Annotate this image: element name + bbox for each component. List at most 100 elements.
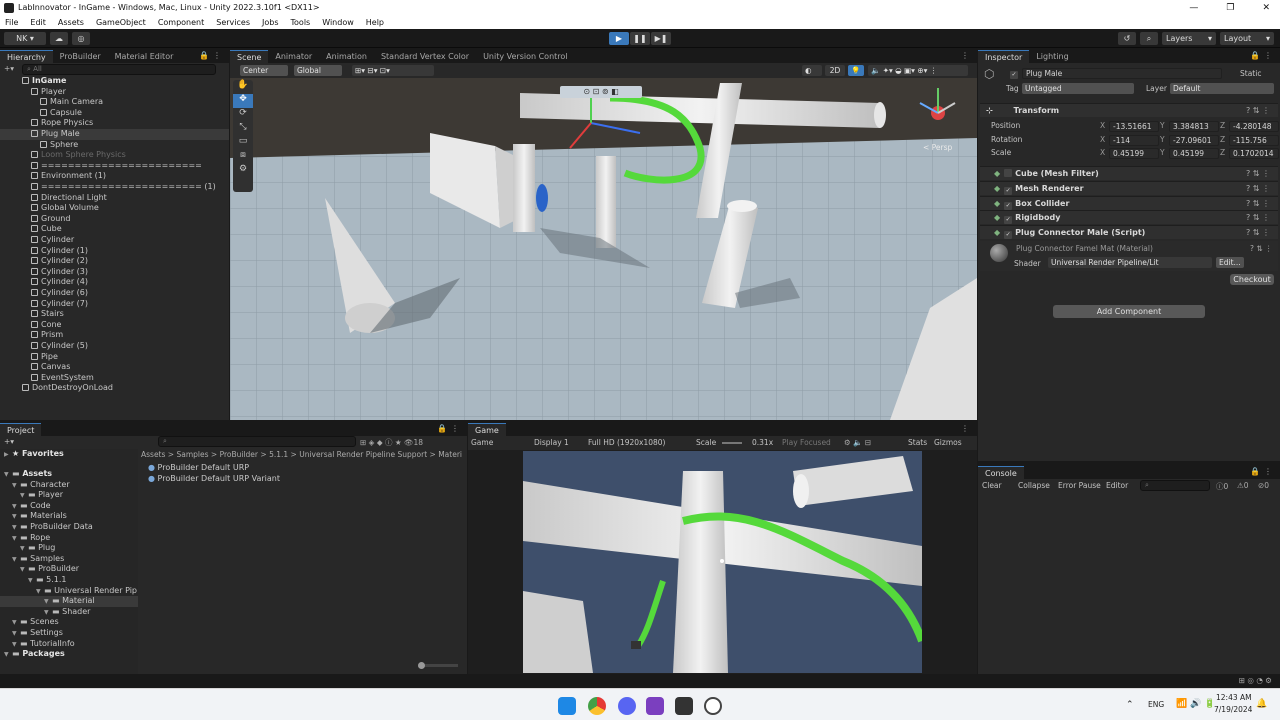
tab-game[interactable]: Game — [468, 423, 506, 436]
hierarchy-item[interactable]: Cone — [0, 320, 229, 331]
tab-material-editor[interactable]: Material Editor — [108, 50, 181, 63]
pause-button[interactable]: ❚❚ — [630, 32, 650, 45]
move-tool-icon[interactable]: ✥ — [233, 94, 253, 108]
lighting-toggle-icon[interactable]: 💡 — [848, 65, 864, 76]
unity-taskbar-icon[interactable] — [675, 697, 693, 715]
component-menu-icon[interactable]: ? ⇅ ⋮ — [1246, 182, 1270, 196]
tab-unity-version-control[interactable]: Unity Version Control — [476, 50, 574, 63]
clock-time[interactable]: 12:43 AM — [1216, 693, 1252, 702]
breadcrumb-item[interactable]: 5.1.1 — [269, 450, 288, 459]
space-dropdown[interactable]: Global — [294, 65, 342, 76]
menu-gameobject[interactable]: GameObject — [96, 18, 146, 27]
log-count[interactable]: ⓘ0 — [1216, 481, 1228, 492]
add-icon[interactable]: +▾ — [4, 64, 14, 73]
project-folder-item[interactable]: ▼ ▬ Materials — [0, 511, 138, 522]
breadcrumb-item[interactable]: Assets — [141, 450, 165, 459]
stats-button[interactable]: Stats — [908, 438, 927, 447]
component-header[interactable]: ◆ ✓ Rigidbody ? ⇅ ⋮ — [980, 210, 1278, 225]
history-icon[interactable]: ↺ — [1118, 32, 1136, 45]
game-viewport[interactable] — [523, 451, 922, 673]
breadcrumb-item[interactable]: Materi — [438, 450, 462, 459]
menu-services[interactable]: Services — [216, 18, 250, 27]
component-header[interactable]: ◆ ✓ Mesh Renderer ? ⇅ ⋮ — [980, 180, 1278, 196]
hierarchy-item[interactable]: Cylinder (5) — [0, 341, 229, 352]
chevron-up-icon[interactable]: ⌃ — [1126, 700, 1134, 710]
project-folder-item[interactable]: ▼ ▬ Character — [0, 480, 138, 491]
component-tools-overlay[interactable]: ⊙ ⊡ ⊚ ◧ — [560, 86, 642, 98]
transform-x-field[interactable]: -114 — [1109, 134, 1159, 146]
project-search-input[interactable]: ⌕ — [158, 436, 356, 447]
hierarchy-item[interactable]: Environment (1) — [0, 171, 229, 182]
active-checkbox[interactable]: ✓ — [1010, 68, 1021, 79]
hierarchy-item[interactable]: Stairs — [0, 309, 229, 320]
tab-lighting[interactable]: Lighting — [1029, 50, 1075, 63]
project-folder-item[interactable]: ▼ ▬ Samples — [0, 554, 138, 565]
layer-dropdown[interactable]: Default — [1170, 83, 1274, 94]
transform-z-field[interactable]: 0.1702014 — [1229, 148, 1279, 159]
project-filter-icons[interactable]: ⊞ ◈ ◆ ⓘ ★ 👁18 — [360, 437, 423, 448]
breadcrumb-item[interactable]: Samples — [176, 450, 208, 459]
rect-tool-icon[interactable]: ▭ — [233, 136, 253, 150]
project-folder-item[interactable]: ▼ ▬ Player — [0, 490, 138, 501]
project-folder-item[interactable]: ▼ ▬ Material — [0, 596, 138, 607]
component-enabled-checkbox[interactable] — [1004, 169, 1013, 177]
breadcrumb-item[interactable]: ProBuilder — [220, 450, 258, 459]
project-folder-item[interactable]: ▼ ▬ Scenes — [0, 617, 138, 628]
hierarchy-item[interactable]: ======================== — [0, 161, 229, 172]
component-header[interactable]: ◆ ✓ Plug Connector Male (Script) ? ⇅ ⋮ — [980, 225, 1278, 240]
chrome-icon[interactable] — [588, 697, 606, 715]
project-folder-item[interactable]: ▼ ▬ TutorialInfo — [0, 639, 138, 650]
menu-component[interactable]: Component — [158, 18, 204, 27]
hand-tool-icon[interactable]: ✋ — [233, 80, 253, 94]
scale-slider[interactable] — [722, 442, 742, 444]
hierarchy-item[interactable]: Cube — [0, 224, 229, 235]
close-button[interactable]: ✕ — [1262, 3, 1270, 13]
error-pause-button[interactable]: Error Pause — [1058, 481, 1101, 490]
transform-y-field[interactable]: 0.45199 — [1169, 148, 1219, 159]
tab-animation[interactable]: Animation — [319, 50, 374, 63]
hierarchy-item[interactable]: Pipe — [0, 352, 229, 363]
component-enabled-checkbox[interactable]: ✓ — [1004, 216, 1013, 225]
network-volume-battery-icon[interactable]: 📶 🔊 🔋 — [1176, 699, 1215, 709]
project-folder-item[interactable]: ▼ ▬ Assets — [0, 469, 138, 480]
component-menu-icon[interactable]: ? ⇅ ⋮ — [1246, 211, 1270, 225]
project-folder-item[interactable]: ▼ ▬ Rope — [0, 533, 138, 544]
clear-button[interactable]: Clear — [982, 481, 1002, 490]
notification-bell-icon[interactable]: 🔔 — [1256, 699, 1267, 709]
hierarchy-item[interactable]: Plug Male — [0, 129, 229, 140]
menu-help[interactable]: Help — [366, 18, 384, 27]
error-count[interactable]: ⊘0 — [1258, 481, 1269, 490]
component-enabled-checkbox[interactable]: ✓ — [1004, 186, 1013, 195]
snap-controls[interactable]: ⊞▾ ⊟▾ ⊡▾ — [352, 65, 434, 76]
hierarchy-search-input[interactable]: ⌕ All — [22, 64, 216, 75]
visual-studio-icon[interactable] — [646, 697, 664, 715]
project-folder-item[interactable]: ▼ ▬ Settings — [0, 628, 138, 639]
checkout-button[interactable]: Checkout — [1230, 274, 1274, 285]
menu-assets[interactable]: Assets — [58, 18, 84, 27]
project-folder-item[interactable]: ▼ ▬ Code — [0, 501, 138, 512]
project-folder-item[interactable]: ▼ ▬ Universal Render Pip — [0, 586, 138, 597]
project-folder-item[interactable]: ▼ ▬ Shader — [0, 607, 138, 618]
tab-menu-icon[interactable]: 🔒⋮ — [199, 51, 225, 60]
windows-start-icon[interactable] — [558, 697, 576, 715]
hierarchy-item[interactable]: Cylinder — [0, 235, 229, 246]
hierarchy-item[interactable]: Canvas — [0, 362, 229, 373]
custom-tool-icon[interactable]: ⚙ — [233, 164, 253, 178]
transform-x-field[interactable]: 0.45199 — [1109, 148, 1159, 159]
pivot-dropdown[interactable]: Center — [240, 65, 288, 76]
cloud-icon[interactable]: ☁ — [50, 32, 68, 45]
scene-viewport[interactable] — [230, 78, 977, 420]
tab-menu-icon[interactable]: 🔒⋮ — [1250, 467, 1276, 476]
transform-header[interactable]: ⊹ Transform ? ⇅ ⋮ — [980, 103, 1278, 117]
step-button[interactable]: ▶❚ — [651, 32, 671, 45]
expand-arrow-icon[interactable]: ▼ — [4, 650, 12, 661]
hierarchy-item[interactable]: EventSystem — [0, 373, 229, 384]
gizmos-button[interactable]: Gizmos — [934, 438, 962, 447]
hierarchy-item[interactable]: Ground — [0, 214, 229, 225]
project-folder-item[interactable]: ▼ ▬ Packages — [0, 649, 138, 660]
transform-y-field[interactable]: 3.384813 — [1169, 121, 1219, 132]
tab-menu-icon[interactable]: 🔒⋮ — [437, 424, 463, 433]
tab-inspector[interactable]: Inspector — [978, 50, 1030, 63]
status-icons[interactable]: ⊞ ◎ ◔ ⚙ — [1239, 676, 1272, 685]
menu-jobs[interactable]: Jobs — [262, 18, 279, 27]
